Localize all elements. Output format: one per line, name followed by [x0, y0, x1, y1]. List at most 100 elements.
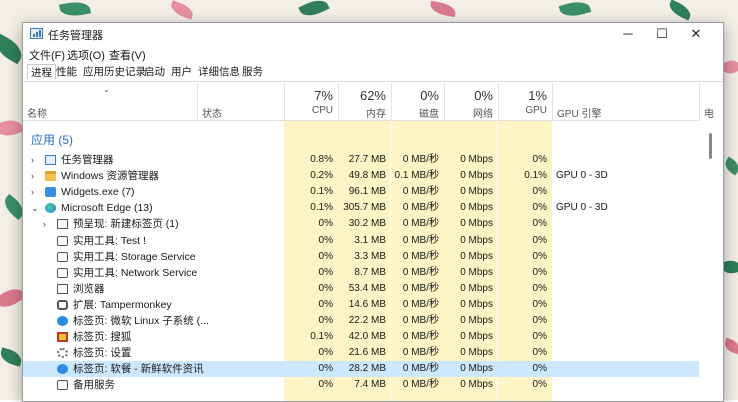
cpu-value: 0.2%	[310, 170, 333, 181]
menu-options[interactable]: 选项(O)	[67, 47, 105, 63]
network-value: 0 Mbps	[460, 347, 493, 358]
browser-icon	[57, 284, 68, 294]
cpu-value: 0.8%	[310, 154, 333, 165]
network-value: 0 Mbps	[460, 202, 493, 213]
tool-icon	[57, 252, 68, 262]
collapse-chevron-icon[interactable]: ⌄	[31, 200, 39, 216]
disk-value: 0 MB/秒	[402, 347, 439, 358]
memory-value: 96.1 MB	[348, 186, 386, 197]
gpu-value: 0.1%	[524, 170, 547, 181]
gpu-engine-value	[556, 297, 696, 313]
tab-processes[interactable]: 进程	[27, 64, 56, 80]
process-row[interactable]: 浏览器 0% 53.4 MB 0 MB/秒 0 Mbps 0%	[23, 281, 699, 297]
network-value: 0 Mbps	[460, 154, 493, 165]
memory-value: 42.0 MB	[348, 331, 386, 342]
network-value: 0 Mbps	[460, 218, 493, 229]
column-disk[interactable]: 0% 磁盘	[391, 83, 444, 120]
disk-value: 0 MB/秒	[402, 315, 439, 326]
disk-value: 0 MB/秒	[402, 202, 439, 213]
process-row[interactable]: 实用工具: Network Service 0% 8.7 MB 0 MB/秒 0 Mbp…	[23, 265, 699, 281]
process-row[interactable]: 标签页: 搜狐 0.1% 42.0 MB 0 MB/秒 0 Mbps 0%	[23, 329, 699, 345]
memory-value: 3.1 MB	[354, 235, 386, 246]
cpu-value: 0%	[318, 235, 333, 246]
network-value: 0 Mbps	[460, 363, 493, 374]
tab-startup[interactable]: 启动	[141, 64, 168, 80]
scrollbar-thumb[interactable]	[709, 133, 712, 159]
column-power[interactable]: 电	[699, 83, 723, 120]
column-gpu-engine[interactable]: GPU 引擎	[552, 83, 699, 120]
gpu-engine-value	[556, 313, 696, 329]
minimize-button[interactable]: ─	[611, 23, 645, 45]
network-value: 0 Mbps	[460, 267, 493, 278]
gpu-value: 0%	[532, 202, 547, 213]
gpu-engine-value	[556, 281, 696, 297]
network-value: 0 Mbps	[460, 251, 493, 262]
gpu-engine-value	[556, 184, 696, 200]
process-row[interactable]: › 预呈现: 新建标签页 (1) 0% 30.2 MB 0 MB/秒 0 Mbps 0%	[23, 216, 699, 232]
expand-chevron-icon[interactable]: ›	[31, 184, 34, 200]
process-row[interactable]: 备用服务 0% 7.4 MB 0 MB/秒 0 Mbps 0%	[23, 377, 699, 393]
column-gpu[interactable]: 1% GPU	[498, 83, 552, 120]
network-value: 0 Mbps	[460, 299, 493, 310]
expand-chevron-icon[interactable]: ›	[43, 216, 46, 232]
column-network[interactable]: 0% 网络	[444, 83, 498, 120]
process-name: Widgets.exe (7)	[61, 186, 135, 198]
memory-value: 3.3 MB	[354, 251, 386, 262]
maximize-button[interactable]: ☐	[645, 23, 679, 45]
tab-app-history[interactable]: 应用历史记录	[80, 64, 149, 80]
menu-file[interactable]: 文件(F)	[29, 47, 65, 63]
menu-bar: 文件(F) 选项(O) 查看(V)	[23, 45, 723, 63]
column-memory-label: 内存	[366, 109, 386, 120]
disk-total: 0%	[420, 88, 439, 103]
process-row[interactable]: 扩展: Tampermonkey 0% 14.6 MB 0 MB/秒 0 Mbps 0%	[23, 297, 699, 313]
gpu-engine-value: GPU 0 - 3D	[556, 202, 608, 213]
process-row[interactable]: 实用工具: Test ! 0% 3.1 MB 0 MB/秒 0 Mbps 0%	[23, 233, 699, 249]
gpu-engine-value: GPU 0 - 3D	[556, 170, 608, 181]
tool-icon	[57, 380, 68, 390]
tab-services[interactable]: 服务	[239, 64, 266, 80]
column-cpu[interactable]: 7% CPU	[284, 83, 338, 120]
process-name: Windows 资源管理器	[61, 170, 160, 182]
disk-value: 0.1 MB/秒	[394, 170, 439, 181]
process-name: 实用工具: Test !	[73, 235, 146, 247]
gpu-value: 0%	[532, 267, 547, 278]
tab-users[interactable]: 用户	[168, 64, 195, 80]
task-manager-app-icon	[30, 28, 43, 39]
network-value: 0 Mbps	[460, 283, 493, 294]
process-row[interactable]: 实用工具: Storage Service 0% 3.3 MB 0 MB/秒 0 Mbp…	[23, 249, 699, 265]
sort-chevron-icon: ⌄	[103, 85, 110, 94]
expand-chevron-icon[interactable]: ›	[31, 168, 34, 184]
column-name[interactable]: ⌄ 名称	[23, 83, 197, 120]
gpu-engine-value	[556, 216, 696, 232]
process-name: 实用工具: Storage Service	[73, 251, 196, 263]
process-row[interactable]: 标签页: 微软 Linux 子系统 (... 0% 22.2 MB 0 MB/秒 0 M…	[23, 313, 699, 329]
process-row[interactable]: 标签页: 软餐 - 新鲜软件资讯 0% 28.2 MB 0 MB/秒 0 Mbps 0%	[23, 361, 699, 377]
process-row[interactable]: › Windows 资源管理器 0.2% 49.8 MB 0.1 MB/秒 0 Mbps 0…	[23, 168, 699, 184]
tab-details[interactable]: 详细信息	[195, 64, 243, 80]
column-disk-label: 磁盘	[419, 109, 439, 120]
process-row[interactable]: › 任务管理器 0.8% 27.7 MB 0 MB/秒 0 Mbps 0%	[23, 152, 699, 168]
memory-value: 53.4 MB	[348, 283, 386, 294]
taskmgr-icon	[45, 155, 56, 165]
memory-value: 49.8 MB	[348, 170, 386, 181]
column-memory[interactable]: 62% 内存	[338, 83, 391, 120]
column-name-label: 名称	[27, 109, 47, 120]
process-row[interactable]: › Widgets.exe (7) 0.1% 96.1 MB 0 MB/秒 0 Mbps 0…	[23, 184, 699, 200]
vertical-scrollbar[interactable]	[699, 121, 723, 401]
close-button[interactable]: ✕	[679, 23, 713, 45]
puzzle-icon	[57, 300, 68, 310]
process-row[interactable]: 标签页: 设置 0% 21.6 MB 0 MB/秒 0 Mbps 0%	[23, 345, 699, 361]
column-status[interactable]: 状态	[197, 83, 284, 120]
process-name: 扩展: Tampermonkey	[73, 299, 172, 311]
title-bar[interactable]: 任务管理器 ─ ☐ ✕	[23, 23, 723, 45]
cpu-value: 0.1%	[310, 331, 333, 342]
tab-blue-icon	[57, 364, 68, 374]
disk-value: 0 MB/秒	[402, 363, 439, 374]
process-row[interactable]: ⌄ Microsoft Edge (13) 0.1% 305.7 MB 0 MB/秒 0 …	[23, 200, 699, 216]
gpu-value: 0%	[532, 235, 547, 246]
menu-view[interactable]: 查看(V)	[109, 47, 146, 63]
network-value: 0 Mbps	[460, 379, 493, 390]
expand-chevron-icon[interactable]: ›	[31, 152, 34, 168]
cpu-value: 0%	[318, 251, 333, 262]
tab-performance[interactable]: 性能	[53, 64, 80, 80]
